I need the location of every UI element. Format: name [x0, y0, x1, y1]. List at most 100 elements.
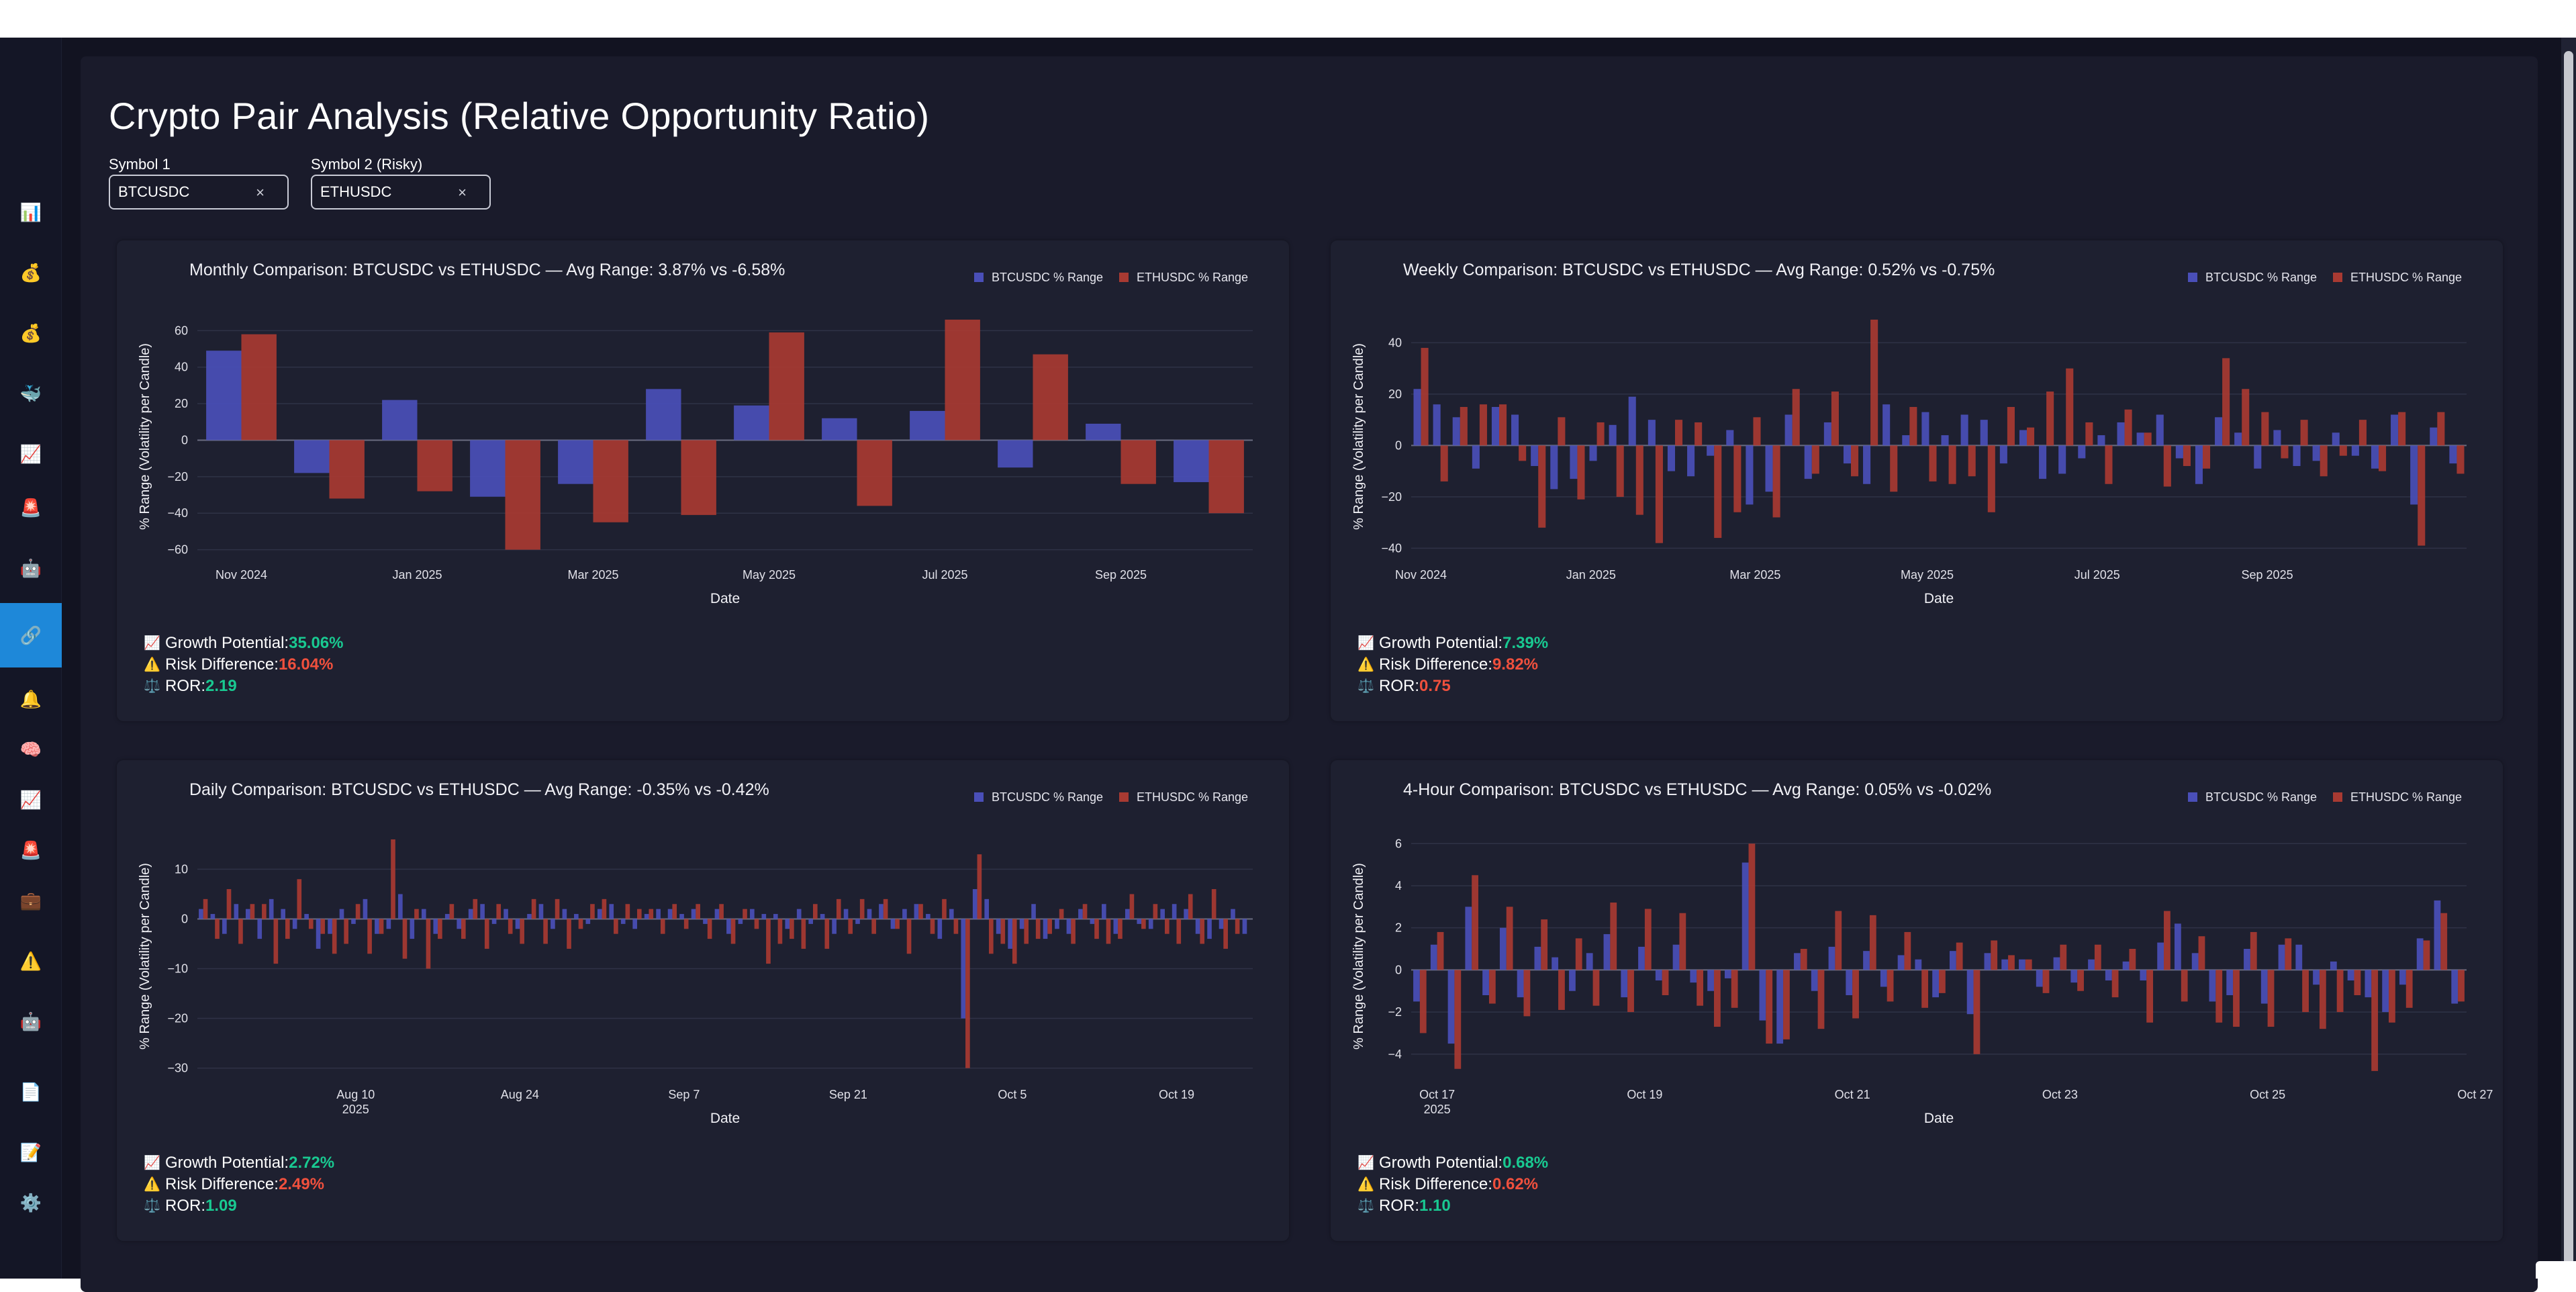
- sidebar-item-robot[interactable]: 🤖: [0, 541, 62, 595]
- btc-bar: [820, 914, 825, 919]
- eth-bar: [1817, 970, 1825, 1029]
- growth-value: 7.39%: [1502, 634, 1549, 652]
- sidebar-item-chart-up[interactable]: 📈: [0, 773, 62, 827]
- page-scrollbar[interactable]: [2561, 38, 2576, 1279]
- warning-icon: ⚠️: [144, 657, 160, 672]
- risk-label: Risk Difference:: [1379, 655, 1492, 674]
- btc-bar: [867, 909, 872, 919]
- btc-bar: [210, 914, 216, 919]
- btc-bar: [1902, 435, 1910, 446]
- btc-bar: [2001, 959, 2009, 970]
- sidebar-item-bar-chart[interactable]: 📊: [0, 185, 62, 239]
- btc-bar: [914, 904, 919, 919]
- y-tick-label: −20: [167, 470, 188, 483]
- sidebar-item-gear[interactable]: ⚙️: [0, 1176, 62, 1230]
- eth-bar: [1165, 919, 1170, 934]
- btc-bar: [734, 405, 769, 441]
- robot-icon: 🤖: [19, 558, 42, 578]
- x-tick-label: Oct 19: [1159, 1088, 1194, 1101]
- ror-value: 0.75: [1419, 677, 1451, 695]
- eth-bar: [1120, 440, 1156, 484]
- eth-bar: [1662, 970, 1669, 995]
- sidebar-item-robot[interactable]: 🤖: [0, 995, 62, 1048]
- btc-bar: [1195, 919, 1200, 934]
- monthly-chart[interactable]: Monthly Comparison: BTCUSDC vs ETHUSDC —…: [117, 240, 1289, 616]
- y-tick-label: 0: [181, 912, 188, 925]
- x-tick-label: Jan 2025: [1566, 568, 1616, 582]
- btc-bar: [785, 919, 790, 929]
- sidebar-item-document[interactable]: 📄: [0, 1065, 62, 1119]
- btc-bar: [1672, 944, 1680, 970]
- corner-widget[interactable]: [2536, 1261, 2576, 1279]
- btc-bar: [551, 919, 555, 929]
- x-axis-label: Date: [710, 591, 740, 606]
- btc-bar: [996, 919, 1001, 934]
- sidebar-item-link[interactable]: 🔗: [0, 603, 62, 667]
- btc-bar: [1863, 445, 1871, 484]
- btc-bar: [1603, 934, 1611, 970]
- eth-bar: [813, 904, 818, 919]
- btc-bar: [1019, 919, 1024, 929]
- symbol2-select[interactable]: ETHUSDC ×: [311, 175, 491, 210]
- sidebar-item-siren[interactable]: 🚨: [0, 481, 62, 535]
- btc-bar: [1776, 970, 1784, 1044]
- btc-bar: [206, 351, 242, 441]
- sidebar-item-briefcase[interactable]: 💼: [0, 874, 62, 927]
- btc-bar: [1055, 919, 1059, 929]
- eth-bar: [238, 919, 243, 944]
- sidebar-item-whale[interactable]: 🐳: [0, 367, 62, 420]
- btc-bar: [1746, 445, 1754, 505]
- eth-bar: [2042, 970, 2050, 993]
- eth-bar: [2405, 970, 2413, 1008]
- eth-bar: [930, 919, 935, 934]
- btc-bar: [574, 914, 579, 919]
- eth-bar: [766, 919, 771, 964]
- eth-bar: [379, 919, 384, 934]
- ror-value: 1.09: [205, 1197, 237, 1215]
- btc-bar: [1999, 445, 2007, 464]
- eth-bar: [2319, 970, 2326, 1029]
- eth-bar: [2027, 427, 2035, 446]
- btc-bar: [421, 909, 426, 919]
- scrollbar-thumb[interactable]: [2564, 51, 2573, 1266]
- eth-bar: [1792, 389, 1800, 446]
- chart-title: 4-Hour Comparison: BTCUSDC vs ETHUSDC — …: [1403, 780, 1991, 799]
- sidebar-item-money-bag[interactable]: 💰: [0, 306, 62, 360]
- symbol1-select[interactable]: BTCUSDC ×: [109, 175, 289, 210]
- eth-bar: [520, 919, 524, 944]
- ror-label: ROR:: [1379, 1197, 1419, 1215]
- btc-bar: [2097, 435, 2105, 446]
- sidebar-item-money-bag[interactable]: 💰: [0, 246, 62, 299]
- weekly-chart[interactable]: Weekly Comparison: BTCUSDC vs ETHUSDC — …: [1331, 240, 2503, 616]
- btc-bar: [1742, 862, 1749, 970]
- legend-swatch: [2188, 273, 2197, 282]
- btc-bar: [2209, 970, 2216, 1002]
- 4hour-chart[interactable]: 4-Hour Comparison: BTCUSDC vs ETHUSDC — …: [1331, 760, 2503, 1136]
- btc-bar: [773, 914, 778, 919]
- sidebar-item-siren[interactable]: 🚨: [0, 823, 62, 877]
- sidebar-item-notes[interactable]: 📝: [0, 1125, 62, 1179]
- sidebar-item-brain[interactable]: 🧠: [0, 723, 62, 776]
- btc-bar: [457, 919, 461, 929]
- btc-bar: [294, 440, 330, 473]
- x-tick-label: Nov 2024: [216, 568, 267, 582]
- btc-bar: [1882, 404, 1891, 446]
- btc-bar: [597, 909, 602, 919]
- sidebar-item-bell[interactable]: 🔔: [0, 672, 62, 726]
- sidebar-item-chart-up[interactable]: 📈: [0, 427, 62, 481]
- chart-icon: 📈: [1357, 636, 1374, 651]
- eth-bar: [578, 919, 583, 929]
- eth-bar: [2203, 445, 2211, 469]
- symbol2-clear-icon[interactable]: ×: [458, 184, 467, 201]
- btc-bar: [632, 919, 637, 929]
- eth-bar: [906, 919, 912, 954]
- eth-bar: [1558, 417, 1566, 446]
- symbol1-clear-icon[interactable]: ×: [256, 184, 265, 201]
- btc-bar: [1880, 970, 1887, 987]
- daily-chart[interactable]: Daily Comparison: BTCUSDC vs ETHUSDC — A…: [117, 760, 1289, 1136]
- sidebar-item-warning[interactable]: ⚠️: [0, 934, 62, 988]
- eth-bar: [1596, 422, 1605, 446]
- scales-icon: ⚖️: [1357, 1199, 1374, 1213]
- eth-bar: [226, 889, 232, 919]
- eth-bar: [1852, 970, 1859, 1019]
